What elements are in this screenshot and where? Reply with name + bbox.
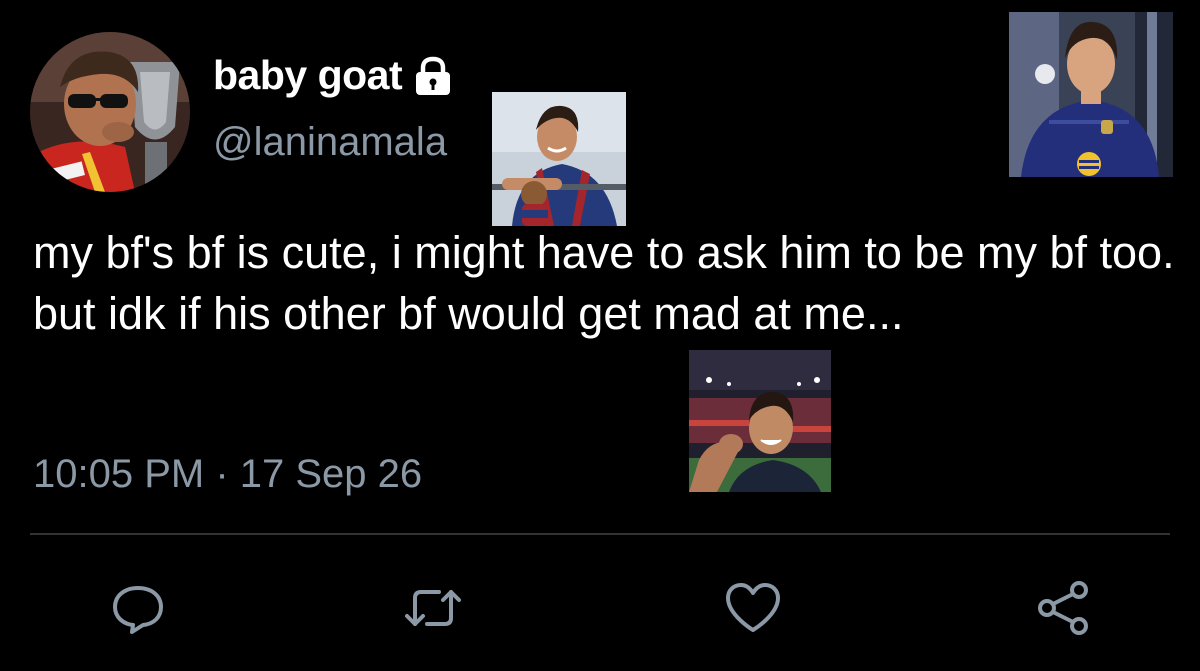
reply-icon: [110, 580, 166, 636]
display-name-text: baby goat: [213, 52, 403, 98]
share-button[interactable]: [1033, 578, 1093, 638]
divider: [30, 533, 1170, 535]
author-avatar[interactable]: [30, 32, 190, 192]
author-handle[interactable]: @laninamala: [213, 120, 447, 165]
like-button[interactable]: [723, 578, 783, 638]
share-icon: [1035, 580, 1091, 636]
photo-sticker-young-man-in-blue-jersey: [1009, 12, 1173, 177]
tweet-card: baby goat @laninamala my bf's bf is cute…: [0, 0, 1200, 671]
author-display-name[interactable]: baby goat: [213, 52, 454, 99]
photo-sticker-young-man-in-stadium: [689, 350, 831, 492]
photo-sticker-young-man-with-plush-toy: [492, 92, 626, 226]
lock-icon: [412, 56, 454, 96]
retweet-button[interactable]: [403, 578, 463, 638]
tweet-text: my bf's bf is cute, i might have to ask …: [33, 227, 1175, 339]
like-icon: [724, 581, 782, 635]
reply-button[interactable]: [108, 578, 168, 638]
tweet-timestamp[interactable]: 10:05 PM · 17 Sep 26: [33, 452, 422, 497]
retweet-icon: [403, 580, 463, 636]
